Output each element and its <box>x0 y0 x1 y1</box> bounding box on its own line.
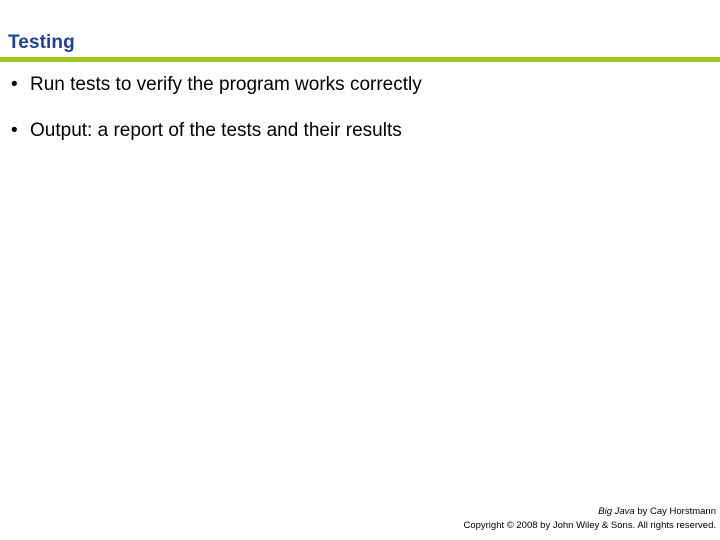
page-title: Testing <box>8 32 75 53</box>
footer-author: by Cay Horstmann <box>634 506 716 517</box>
footer-book-title: Big Java <box>598 506 635 517</box>
bullet-point-icon: • <box>11 120 18 141</box>
footer-copyright-line: Copyright © 2008 by John Wiley & Sons. A… <box>463 520 716 531</box>
footer-attribution-line: Big Java by Cay Horstmann <box>296 505 716 519</box>
list-item: • Run tests to verify the program works … <box>0 72 720 98</box>
list-item-label: Output: a report of the tests and their … <box>30 120 402 141</box>
list-item-label: Run tests to verify the program works co… <box>30 74 422 95</box>
bullet-point-icon: • <box>11 74 18 95</box>
list-item: • Output: a report of the tests and thei… <box>0 118 720 144</box>
presentation-slide: Testing • Run tests to verify the progra… <box>0 0 720 540</box>
title-divider-rule <box>0 57 720 62</box>
slide-footer: Big Java by Cay Horstmann Copyright © 20… <box>296 505 716 533</box>
bullet-list: • Run tests to verify the program works … <box>0 72 720 164</box>
